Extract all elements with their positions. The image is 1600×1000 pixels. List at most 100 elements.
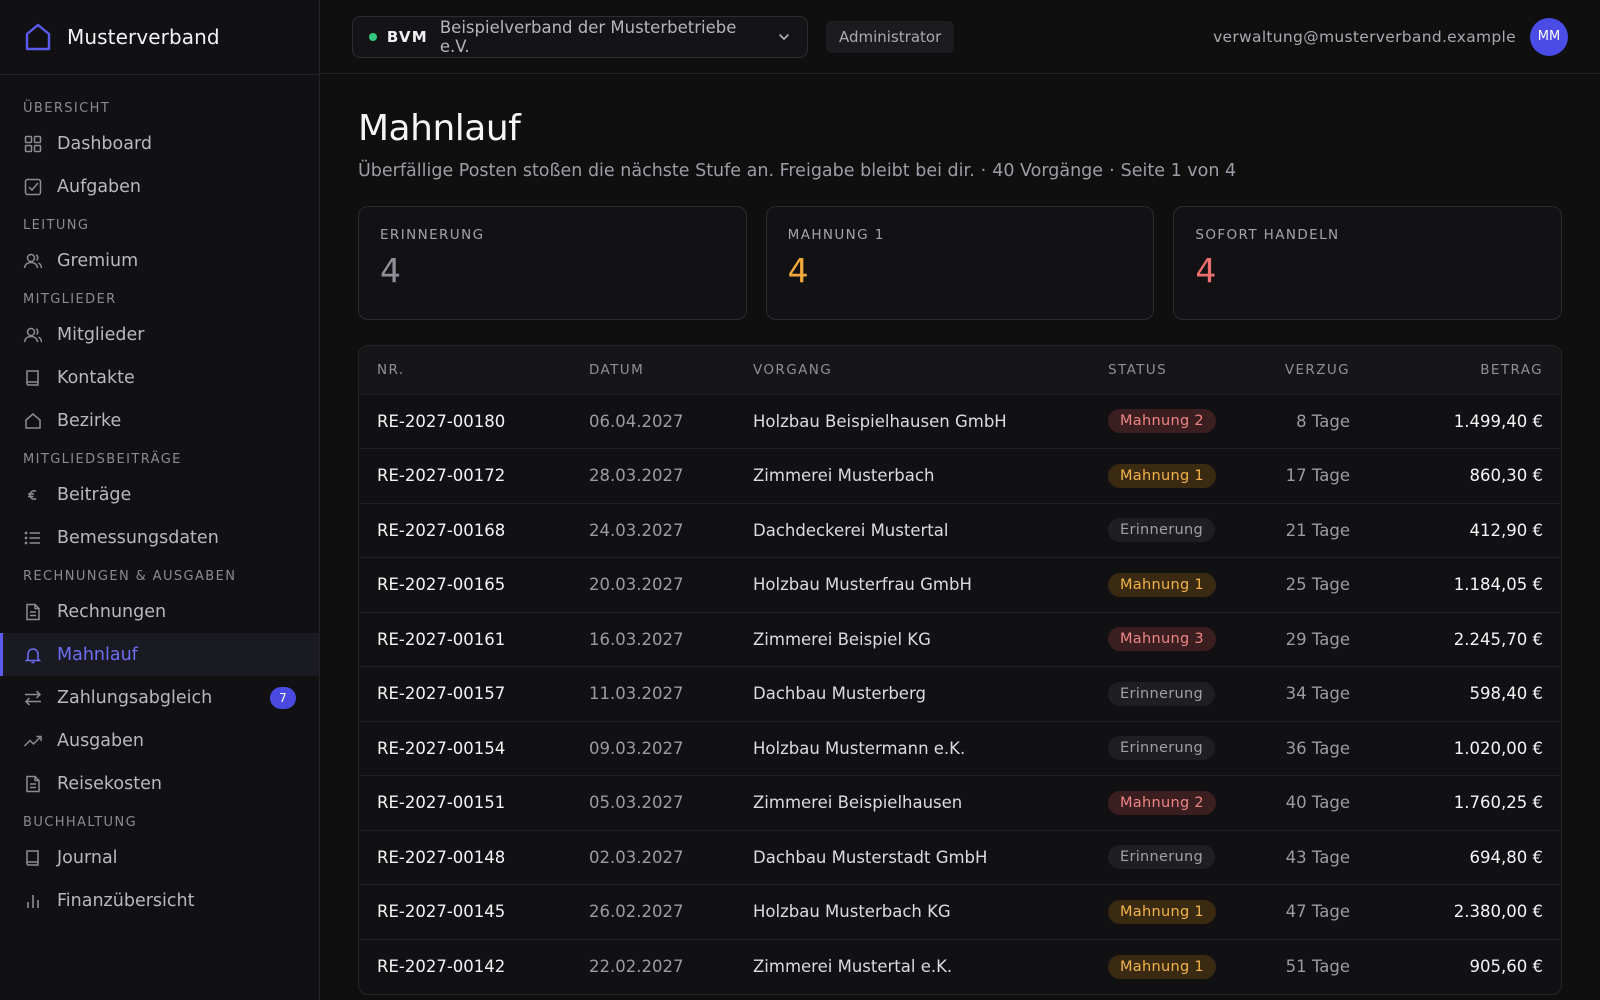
bar-chart-icon — [23, 891, 43, 911]
card-mahnung-1[interactable]: Mahnung 1 4 — [765, 206, 1155, 320]
process-name: Dachbau Musterstadt GmbH — [753, 847, 988, 867]
table-row[interactable]: RE-2027-00172 28.03.2027 Zimmerei Musterba… — [359, 448, 1561, 504]
sidebar-item-journal[interactable]: Journal — [0, 836, 319, 879]
sidebar-item-label: Dashboard — [57, 133, 152, 154]
sidebar-item-mitglieder[interactable]: Mitglieder — [0, 313, 319, 356]
invoice-date: 16.03.2027 — [589, 629, 684, 649]
status-cell: Erinnerung — [1090, 667, 1256, 722]
org-code: BVM — [386, 27, 428, 46]
col-header-status[interactable]: Status — [1090, 346, 1256, 394]
table-row[interactable]: RE-2027-00148 02.03.2027 Dachbau Mustersta… — [359, 830, 1561, 885]
delay-days: 8 Tage — [1296, 411, 1350, 431]
table-header: Nr. Datum Vorgang Status Verzug Betrag — [359, 346, 1561, 394]
invoice-number: RE-2027-00142 — [377, 957, 506, 976]
status-badge: Erinnerung — [1108, 845, 1215, 870]
sidebar-item-zahlungsabgleich[interactable]: Zahlungsabgleich 7 — [0, 676, 319, 719]
delay-days: 21 Tage — [1285, 520, 1350, 540]
house-logo-icon — [23, 22, 53, 52]
table-row[interactable]: RE-2027-00180 06.04.2027 Holzbau Beispielh… — [359, 394, 1561, 449]
sidebar-item-kontakte[interactable]: Kontakte — [0, 356, 319, 399]
table-row[interactable]: RE-2027-00145 26.02.2027 Holzbau Musterbac… — [359, 884, 1561, 940]
invoice-number: RE-2027-00151 — [377, 793, 506, 813]
brand[interactable]: Musterverband — [0, 0, 319, 75]
process-name: Zimmerei Beispiel KG — [753, 629, 931, 649]
document-icon — [23, 774, 43, 794]
sidebar-nav: Übersicht Dashboard Aufgaben Leitung Gremium… — [0, 75, 319, 922]
sidebar-item-label: Rechnungen — [57, 601, 167, 622]
invoice-date: 11.03.2027 — [589, 684, 684, 704]
invoice-amount: 2.245,70 € — [1453, 629, 1543, 649]
organization-select[interactable]: BVM Beispielverband der Musterbetriebe e… — [352, 15, 808, 58]
book-icon — [23, 848, 43, 868]
col-header-date[interactable]: Datum — [571, 346, 735, 394]
invoice-date: 02.03.2027 — [589, 847, 684, 867]
invoice-amount: 1.499,40 € — [1453, 411, 1543, 431]
table-row[interactable]: RE-2027-00154 09.03.2027 Holzbau Musterman… — [359, 721, 1561, 776]
page-title: Mahnlauf — [358, 108, 521, 149]
sidebar-item-bezirke[interactable]: Bezirke — [0, 399, 319, 442]
status-cell: Mahnung 1 — [1090, 885, 1256, 940]
sidebar-item-dashboard[interactable]: Dashboard — [0, 122, 319, 165]
table-row[interactable]: RE-2027-00151 05.03.2027 Zimmerei Beispiel… — [359, 775, 1561, 831]
process-name: Holzbau Mustermann e.K. — [753, 738, 966, 758]
org-name: Beispielverband der Musterbetriebe e.V. — [439, 17, 737, 56]
nav-section-title: Leitung — [23, 218, 90, 233]
invoice-date: 22.02.2027 — [589, 957, 684, 976]
col-header-delay[interactable]: Verzug — [1256, 346, 1368, 394]
sidebar-item-mahnlauf[interactable]: Mahnlauf — [0, 633, 319, 676]
process-name: Holzbau Musterbach KG — [753, 902, 951, 922]
table-row[interactable]: RE-2027-00142 22.02.2027 Zimmerei Musterta… — [359, 939, 1561, 994]
status-badge: Mahnung 2 — [1108, 790, 1216, 815]
process-name: Zimmerei Mustertal e.K. — [753, 957, 953, 976]
user-email: verwaltung@musterverband.example — [1213, 27, 1516, 46]
sidebar-item-bemessungsdaten[interactable]: Bemessungsdaten — [0, 516, 319, 559]
brand-name: Musterverband — [67, 25, 220, 49]
sidebar-item-label: Reisekosten — [57, 773, 162, 794]
card-erinnerung[interactable]: Erinnerung 4 — [358, 206, 747, 320]
app-root: Musterverband Übersicht Dashboard Aufgaben… — [0, 0, 1600, 1000]
table-row[interactable]: RE-2027-00165 20.03.2027 Holzbau Musterfra… — [359, 557, 1561, 613]
invoice-amount: 1.020,00 € — [1453, 738, 1543, 758]
sidebar-item-label: Bemessungsdaten — [57, 527, 219, 548]
avatar[interactable]: MM — [1530, 17, 1568, 56]
sidebar-item-aufgaben[interactable]: Aufgaben — [0, 165, 319, 208]
nav-section-title: Buchhaltung — [23, 815, 138, 830]
bell-icon — [23, 645, 43, 665]
card-value: 4 — [787, 251, 809, 290]
users-icon — [23, 251, 43, 271]
invoice-amount: 1.760,25 € — [1453, 793, 1543, 813]
table-body: RE-2027-00180 06.04.2027 Holzbau Beispielh… — [359, 394, 1561, 994]
sidebar-item-ausgaben[interactable]: Ausgaben — [0, 719, 319, 762]
invoice-number: RE-2027-00145 — [377, 902, 506, 922]
process-name: Dachbau Musterberg — [753, 684, 926, 704]
process-count: 40 Vorgänge — [992, 161, 1104, 181]
sidebar-item-gremium[interactable]: Gremium — [0, 239, 319, 282]
delay-days: 29 Tage — [1285, 629, 1350, 649]
sidebar-item-label: Bezirke — [57, 410, 122, 431]
sidebar-item-label: Mitglieder — [57, 324, 145, 345]
table-row[interactable]: RE-2027-00168 24.03.2027 Dachdeckerei Must… — [359, 503, 1561, 558]
content: Mahnlauf Überfällige Posten stoßen die n… — [320, 74, 1600, 995]
sidebar-item-beiträge[interactable]: Beiträge — [0, 473, 319, 516]
status-cell: Erinnerung — [1090, 830, 1256, 885]
sidebar-item-finanzübersicht[interactable]: Finanzübersicht — [0, 879, 319, 922]
card-sofort-handeln[interactable]: Sofort handeln 4 — [1173, 206, 1563, 320]
col-header-process[interactable]: Vorgang — [735, 346, 1090, 394]
sidebar-item-reisekosten[interactable]: Reisekosten — [0, 762, 319, 805]
status-cell: Mahnung 1 — [1090, 558, 1256, 613]
grid-icon — [23, 134, 43, 154]
card-label: Erinnerung — [380, 227, 485, 243]
process-name: Dachdeckerei Mustertal — [753, 520, 949, 540]
table-row[interactable]: RE-2027-00157 11.03.2027 Dachbau Musterber… — [359, 666, 1561, 722]
sidebar-item-rechnungen[interactable]: Rechnungen — [0, 590, 319, 633]
status-badge: Mahnung 1 — [1108, 463, 1216, 488]
invoice-date: 05.03.2027 — [589, 793, 684, 813]
invoice-number: RE-2027-00157 — [377, 684, 506, 704]
sidebar-item-label: Aufgaben — [57, 176, 142, 197]
col-header-nr[interactable]: Nr. — [359, 346, 571, 394]
invoice-date: 26.02.2027 — [589, 902, 684, 922]
table-row[interactable]: RE-2027-00161 16.03.2027 Zimmerei Beispiel… — [359, 612, 1561, 667]
invoice-amount: 412,90 € — [1469, 520, 1543, 540]
status-badge: Mahnung 3 — [1108, 627, 1216, 652]
col-header-amount[interactable]: Betrag — [1368, 346, 1561, 394]
